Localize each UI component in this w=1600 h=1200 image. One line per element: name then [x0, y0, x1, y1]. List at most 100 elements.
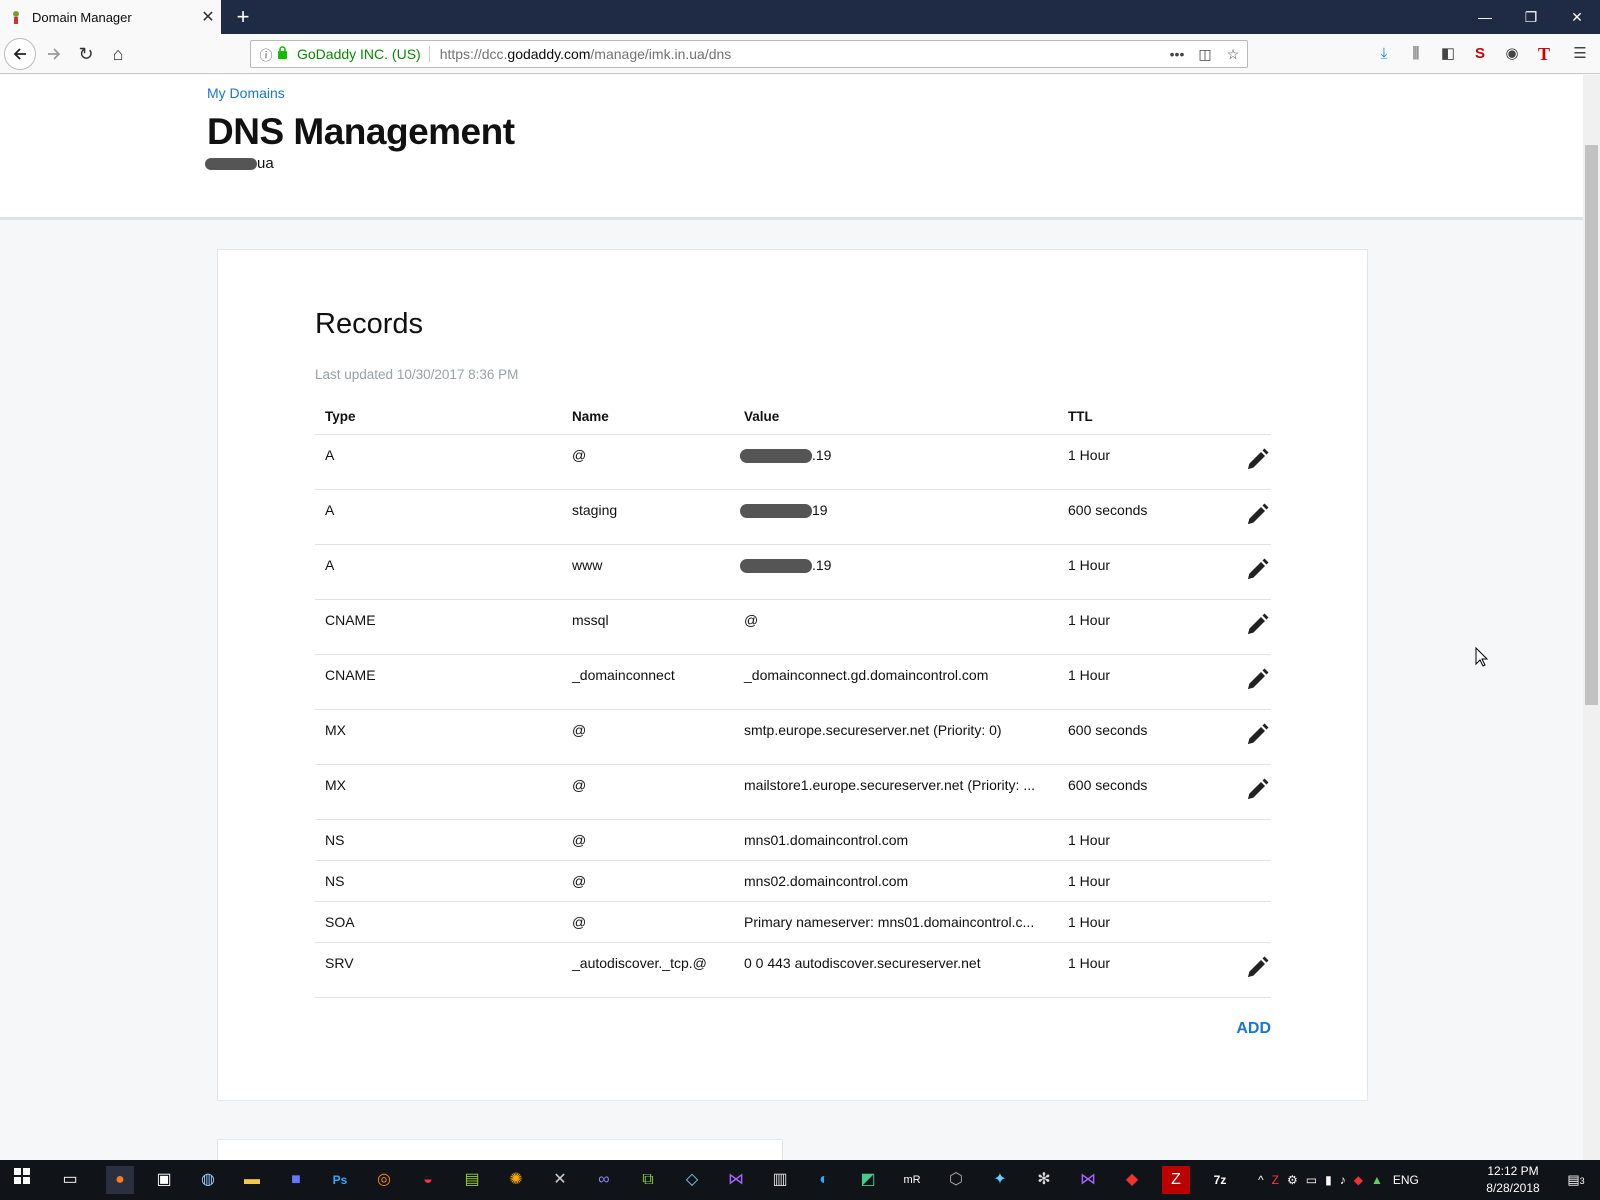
back-arrow-icon[interactable]: [4, 38, 36, 70]
7zip-icon[interactable]: 7z: [1206, 1166, 1234, 1194]
cell-value: .19: [734, 434, 1058, 490]
tray-red-icon[interactable]: ◆: [1354, 1173, 1363, 1187]
filezilla-icon[interactable]: Z: [1162, 1166, 1190, 1194]
table-row: A @ .19 1 Hour: [315, 434, 1271, 490]
tray-chevron-icon[interactable]: ^: [1258, 1173, 1264, 1187]
edit-pencil-icon[interactable]: [1243, 448, 1271, 477]
app-taskbar-icon-1[interactable]: ■: [282, 1166, 310, 1194]
extension-t-icon[interactable]: T: [1532, 42, 1556, 66]
table-row: MX @ mailstore1.europe.secureserver.net (P…: [315, 764, 1271, 820]
cell-ttl: 1 Hour: [1058, 544, 1231, 600]
cell-ttl: 600 seconds: [1058, 709, 1231, 765]
new-tab-icon[interactable]: +: [230, 4, 256, 30]
tray-volume-icon[interactable]: ♪: [1340, 1173, 1346, 1187]
app-taskbar-icon-13[interactable]: ⬡: [942, 1166, 970, 1194]
firefox-taskbar-icon[interactable]: ●: [106, 1166, 134, 1194]
cell-type: SOA: [315, 901, 562, 943]
cell-name: @: [562, 709, 734, 765]
photoshop-icon[interactable]: Ps: [326, 1166, 354, 1194]
cell-name: mssql: [562, 599, 734, 655]
sidebar-icon[interactable]: ◧: [1436, 42, 1460, 66]
cell-ttl: 1 Hour: [1058, 860, 1231, 902]
page-scrollbar[interactable]: [1583, 75, 1600, 1160]
table-row: CNAME _domainconnect _domainconnect.gd.dom…: [315, 654, 1271, 710]
minimize-icon[interactable]: —: [1462, 0, 1508, 34]
page-content: My Domains DNS Management ua Records Las…: [0, 75, 1583, 1160]
edit-pencil-icon[interactable]: [1243, 503, 1271, 532]
notification-center-icon[interactable]: ▤3: [1562, 1166, 1590, 1194]
tray-network-icon[interactable]: ▭: [1306, 1173, 1317, 1187]
edit-pencil-icon[interactable]: [1243, 723, 1271, 752]
edit-pencil-icon[interactable]: [1243, 956, 1271, 985]
cell-value: Primary nameserver: mns01.domaincontrol.…: [734, 901, 1058, 943]
forward-arrow-icon[interactable]: [38, 38, 70, 70]
system-clock[interactable]: 12:12 PM 8/28/2018: [1480, 1163, 1546, 1197]
file-explorer-icon[interactable]: ▬: [238, 1166, 266, 1194]
cell-type: A: [315, 489, 562, 545]
restore-icon[interactable]: ❐: [1508, 0, 1554, 34]
app-taskbar-icon-2[interactable]: ◒: [414, 1166, 442, 1194]
breadcrumb-my-domains[interactable]: My Domains: [207, 85, 285, 101]
app-taskbar-icon-9[interactable]: ▥: [766, 1166, 794, 1194]
reload-icon[interactable]: ↻: [70, 38, 102, 70]
app-taskbar-icon-4[interactable]: ✺: [502, 1166, 530, 1194]
app-taskbar-icon-8[interactable]: ◇: [678, 1166, 706, 1194]
menu-hamburger-icon[interactable]: ☰: [1568, 42, 1592, 66]
app-taskbar-icon-11[interactable]: ◩: [854, 1166, 882, 1194]
visual-studio-icon-2[interactable]: ⋈: [1074, 1166, 1102, 1194]
edit-pencil-icon[interactable]: [1243, 668, 1271, 697]
app-taskbar-icon-14[interactable]: ✦: [986, 1166, 1014, 1194]
tray-filezilla-icon[interactable]: Z: [1272, 1173, 1279, 1187]
scrollbar-thumb[interactable]: [1585, 145, 1598, 705]
home-icon[interactable]: ⌂: [102, 38, 134, 70]
app-taskbar-icon-12[interactable]: mR: [898, 1166, 926, 1194]
windows-start-icon[interactable]: [8, 1166, 36, 1194]
cell-type: MX: [315, 709, 562, 765]
last-updated-text: Last updated 10/30/2017 8:36 PM: [315, 367, 519, 382]
input-language[interactable]: ENG: [1393, 1173, 1419, 1187]
tray-battery-icon[interactable]: ▮: [1325, 1173, 1332, 1187]
cell-value: mns01.domaincontrol.com: [734, 819, 1058, 861]
account-icon[interactable]: ◉: [1500, 42, 1524, 66]
app-taskbar-icon-5[interactable]: ✕: [546, 1166, 574, 1194]
cell-value: mailstore1.europe.secureserver.net (Prio…: [734, 764, 1058, 820]
cell-type: A: [315, 434, 562, 490]
info-icon[interactable]: ⓘ: [255, 45, 277, 64]
cell-ttl: 1 Hour: [1058, 654, 1231, 710]
visual-studio-icon-1[interactable]: ⋈: [722, 1166, 750, 1194]
task-view-icon[interactable]: ▭: [56, 1166, 84, 1194]
tab-domain-manager[interactable]: Domain Manager ✕: [0, 0, 221, 34]
terminal-taskbar-icon[interactable]: ▣: [150, 1166, 178, 1194]
table-row: SOA @ Primary nameserver: mns01.domaincont…: [315, 901, 1271, 943]
download-icon[interactable]: ⤓: [1372, 42, 1396, 66]
window-close-icon[interactable]: ✕: [1554, 0, 1600, 34]
add-record-button[interactable]: ADD: [1236, 1020, 1271, 1038]
app-taskbar-icon-15[interactable]: ✻: [1030, 1166, 1058, 1194]
chrome-taskbar-icon[interactable]: ◍: [194, 1166, 222, 1194]
site-identity[interactable]: GoDaddy INC. (US): [293, 46, 430, 62]
cell-ttl: 1 Hour: [1058, 819, 1231, 861]
redaction-mark: [205, 157, 257, 170]
app-taskbar-icon-16[interactable]: ◆: [1118, 1166, 1146, 1194]
tray-app-icon[interactable]: ⚙: [1287, 1173, 1298, 1187]
tab-close-icon[interactable]: ✕: [195, 7, 221, 27]
cell-name: @: [562, 764, 734, 820]
library-icon[interactable]: ⫼: [1404, 42, 1428, 66]
pocket-icon[interactable]: ◫: [1191, 46, 1219, 63]
bookmark-star-icon[interactable]: ☆: [1219, 46, 1247, 63]
url-text[interactable]: https://dcc.godaddy.com/manage/imk.in.ua…: [430, 46, 1163, 62]
app-taskbar-icon-6[interactable]: ∞: [590, 1166, 618, 1194]
address-bar[interactable]: ⓘ GoDaddy INC. (US) https://dcc.godaddy.…: [250, 40, 1248, 68]
app-taskbar-icon-10[interactable]: ◐: [810, 1166, 838, 1194]
cell-value: 19: [734, 489, 1058, 545]
app-taskbar-icon-3[interactable]: ▤: [458, 1166, 486, 1194]
app-taskbar-icon-7[interactable]: ⧉: [634, 1166, 662, 1194]
cell-type: A: [315, 544, 562, 600]
blender-icon[interactable]: ◎: [370, 1166, 398, 1194]
page-actions-icon[interactable]: •••: [1163, 46, 1191, 62]
tray-green-icon[interactable]: ▲: [1371, 1173, 1383, 1187]
extension-s-icon[interactable]: S: [1468, 42, 1492, 66]
edit-pencil-icon[interactable]: [1243, 778, 1271, 807]
edit-pencil-icon[interactable]: [1243, 613, 1271, 642]
edit-pencil-icon[interactable]: [1243, 558, 1271, 587]
